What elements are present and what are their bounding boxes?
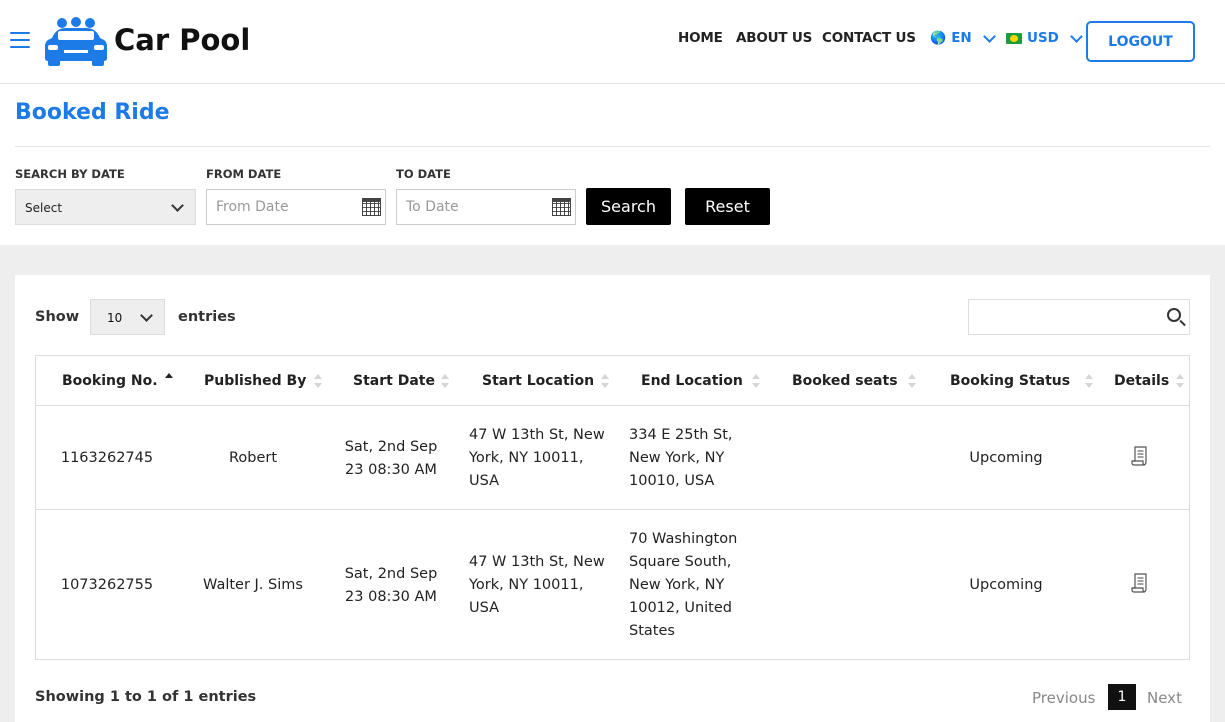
currency-value: USD	[1027, 30, 1059, 46]
sort-icon[interactable]	[441, 374, 449, 388]
table-search-input[interactable]	[968, 299, 1190, 335]
table-row: 1073262755 Walter J. Sims Sat, 2nd Sep 2…	[36, 510, 1189, 659]
logo[interactable]: Car Pool	[44, 14, 250, 66]
receipt-icon[interactable]	[1131, 573, 1148, 593]
search-icon[interactable]	[1167, 308, 1181, 322]
chevron-down-icon	[140, 309, 153, 322]
from-date-input[interactable]: From Date	[206, 189, 386, 225]
table-header: Booking No. Published By Start Date Star…	[36, 356, 1189, 406]
reset-button[interactable]: Reset	[685, 188, 770, 225]
from-date-label: FROM DATE	[206, 167, 282, 181]
published-by: Walter J. Sims	[203, 577, 303, 593]
start-location: 47 W 13th St, New York, NY 10011, USA	[469, 427, 605, 489]
end-location: 334 E 25th St, New York, NY 10010, USA	[629, 427, 733, 489]
sort-icon[interactable]	[1176, 374, 1184, 388]
sort-asc-icon[interactable]	[165, 373, 173, 387]
sort-icon[interactable]	[908, 374, 916, 388]
language-value: EN	[951, 30, 972, 46]
column-header-booked-seats[interactable]: Booked seats	[792, 373, 898, 389]
search-button[interactable]: Search	[586, 188, 671, 225]
search-by-date-select[interactable]: Select	[15, 189, 196, 225]
column-header-start-date[interactable]: Start Date	[353, 373, 435, 389]
currency-selector[interactable]: USD	[1006, 29, 1083, 46]
calendar-icon[interactable]	[552, 198, 571, 216]
nav-contact-us[interactable]: CONTACT US	[822, 30, 916, 46]
sort-icon[interactable]	[752, 374, 760, 388]
language-selector[interactable]: 🌎 EN	[930, 29, 996, 46]
column-header-booking-status[interactable]: Booking Status	[950, 373, 1070, 389]
search-by-date-label: SEARCH BY DATE	[15, 167, 125, 181]
pagination-previous[interactable]: Previous	[1032, 689, 1095, 707]
show-label: Show	[35, 309, 80, 325]
column-header-published-by[interactable]: Published By	[204, 373, 306, 389]
end-location: 70 Washington Square South, New York, NY…	[629, 531, 738, 639]
booking-number: 1163262745	[60, 450, 154, 466]
start-location: 47 W 13th St, New York, NY 10011, USA	[469, 554, 605, 616]
sort-icon[interactable]	[314, 374, 322, 388]
booked-rides-table: Booking No. Published By Start Date Star…	[35, 355, 1190, 660]
to-date-input[interactable]: To Date	[396, 189, 576, 225]
globe-icon: 🌎	[930, 30, 947, 46]
nav-about-us[interactable]: ABOUT US	[736, 30, 812, 46]
to-date-placeholder: To Date	[406, 199, 459, 215]
entries-label: entries	[178, 309, 236, 325]
sort-icon[interactable]	[1085, 374, 1093, 388]
showing-entries-info: Showing 1 to 1 of 1 entries	[35, 689, 257, 705]
divider	[15, 146, 1210, 147]
nav-home[interactable]: HOME	[678, 30, 723, 46]
column-header-details[interactable]: Details	[1114, 373, 1169, 389]
entries-value: 10	[107, 311, 123, 325]
search-by-date-value: Select	[25, 201, 63, 215]
start-date: Sat, 2nd Sep 23 08:30 AM	[344, 566, 438, 605]
chevron-down-icon	[982, 29, 996, 43]
logo-text: Car Pool	[114, 23, 251, 57]
pagination-next[interactable]: Next	[1147, 689, 1182, 707]
logout-button[interactable]: LOGOUT	[1086, 21, 1195, 62]
entries-per-page-select[interactable]: 10	[90, 299, 165, 335]
table-row: 1163262745 Robert Sat, 2nd Sep 23 08:30 …	[36, 406, 1189, 510]
flag-icon	[1006, 32, 1022, 44]
booking-status: Upcoming	[969, 577, 1043, 593]
top-header: Car Pool HOME ABOUT US CONTACT US 🌎 EN U…	[0, 0, 1225, 84]
hamburger-icon[interactable]	[10, 32, 30, 50]
column-header-end-location[interactable]: End Location	[641, 373, 743, 389]
chevron-down-icon	[171, 199, 184, 212]
car-logo-icon	[45, 17, 107, 66]
booking-status: Upcoming	[969, 450, 1043, 466]
published-by: Robert	[228, 450, 278, 466]
booking-number: 1073262755	[60, 577, 154, 593]
sort-icon[interactable]	[601, 374, 609, 388]
start-date: Sat, 2nd Sep 23 08:30 AM	[344, 439, 438, 478]
pagination-page-1[interactable]: 1	[1108, 684, 1136, 710]
receipt-icon[interactable]	[1131, 446, 1148, 466]
to-date-label: TO DATE	[396, 167, 451, 181]
chevron-down-icon	[1070, 29, 1083, 43]
calendar-icon[interactable]	[362, 198, 381, 216]
column-header-start-location[interactable]: Start Location	[482, 373, 594, 389]
from-date-placeholder: From Date	[216, 199, 289, 215]
page-title: Booked Ride	[15, 100, 170, 125]
column-header-booking-no[interactable]: Booking No.	[62, 373, 158, 389]
